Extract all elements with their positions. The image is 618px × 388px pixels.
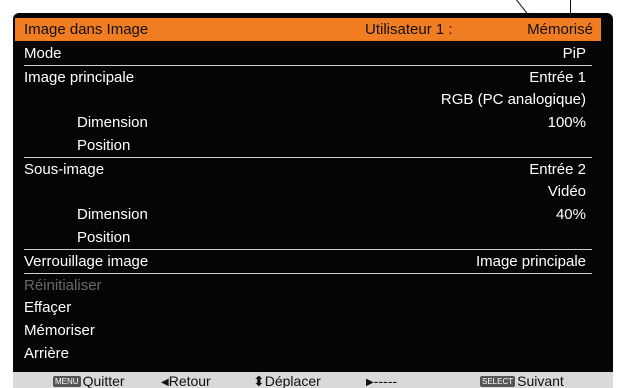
left-arrow-icon: ◀ bbox=[161, 377, 169, 388]
main-image-label: Image principale bbox=[24, 69, 135, 86]
hint-quit-label: Quitter bbox=[82, 373, 125, 388]
image-lock-value: Image principale bbox=[475, 253, 586, 270]
hint-next-label: Suivant bbox=[517, 373, 564, 388]
menu-item-sub-dimension[interactable]: Dimension 40% bbox=[24, 203, 592, 226]
sub-dimension-label: Dimension bbox=[77, 206, 148, 223]
menu-item-main-dimension[interactable]: Dimension 100% bbox=[24, 111, 592, 134]
main-position-label: Position bbox=[77, 137, 131, 154]
memory-status: Mémorisé bbox=[527, 21, 593, 38]
select-key-icon: SELECT bbox=[480, 376, 516, 387]
mode-label: Mode bbox=[24, 45, 62, 62]
up-down-arrow-icon: ⬍ bbox=[253, 373, 265, 388]
main-image-input: Entrée 1 bbox=[529, 69, 586, 86]
sub-dimension-value: 40% bbox=[555, 206, 586, 223]
hint-right-label: ----- bbox=[373, 373, 398, 388]
menu-key-icon: MENU bbox=[53, 376, 81, 387]
sub-image-label: Sous-image bbox=[24, 161, 105, 178]
menu-item-main-position[interactable]: Position bbox=[24, 134, 592, 157]
sub-image-input: Entrée 2 bbox=[529, 161, 586, 178]
clear-label: Effaçer bbox=[24, 299, 72, 316]
main-dimension-label: Dimension bbox=[77, 114, 148, 131]
hint-right: ▶----- bbox=[366, 373, 397, 388]
menu-item-sub-position[interactable]: Position bbox=[24, 226, 592, 249]
back-label: Arrière bbox=[24, 345, 70, 362]
menu-item-sub-image[interactable]: Sous-image Entrée 2 bbox=[24, 157, 592, 181]
hint-next: SELECT Suivant bbox=[480, 373, 564, 388]
hint-move: ⬍Déplacer bbox=[253, 373, 321, 388]
reset-label: Réinitialiser bbox=[24, 277, 102, 294]
sub-image-source-row: Vidéo bbox=[24, 180, 592, 203]
hint-return-label: Retour bbox=[168, 373, 211, 388]
sub-position-label: Position bbox=[77, 229, 131, 246]
menu-item-save[interactable]: Mémoriser bbox=[24, 319, 592, 342]
menu-title-bar: Image dans Image Utilisateur 1 : Mémoris… bbox=[15, 18, 601, 41]
menu-item-back[interactable]: Arrière bbox=[24, 342, 592, 365]
menu-item-clear[interactable]: Effaçer bbox=[24, 296, 592, 319]
mode-value: PiP bbox=[562, 45, 586, 62]
save-label: Mémoriser bbox=[24, 322, 95, 339]
menu-title: Image dans Image bbox=[24, 21, 149, 38]
main-image-source: RGB (PC analogique) bbox=[440, 91, 586, 108]
hint-move-label: Déplacer bbox=[264, 373, 321, 388]
menu-item-image-lock[interactable]: Verrouillage image Image principale bbox=[24, 249, 592, 273]
key-guide-bar: MENU Quitter ◀Retour ⬍Déplacer ▶----- SEL… bbox=[13, 372, 613, 388]
user-label: Utilisateur 1 : bbox=[365, 21, 453, 38]
main-image-source-row: RGB (PC analogique) bbox=[24, 88, 592, 111]
image-lock-label: Verrouillage image bbox=[24, 253, 149, 270]
main-dimension-value: 100% bbox=[547, 114, 586, 131]
menu-item-reset: Réinitialiser bbox=[24, 273, 592, 297]
hint-quit: MENU Quitter bbox=[53, 373, 125, 388]
menu-item-main-image[interactable]: Image principale Entrée 1 bbox=[24, 65, 592, 89]
menu-item-mode[interactable]: Mode PiP bbox=[24, 42, 592, 65]
hint-return: ◀Retour bbox=[161, 373, 211, 388]
right-arrow-icon: ▶ bbox=[366, 377, 374, 388]
sub-image-source: Vidéo bbox=[547, 183, 586, 200]
